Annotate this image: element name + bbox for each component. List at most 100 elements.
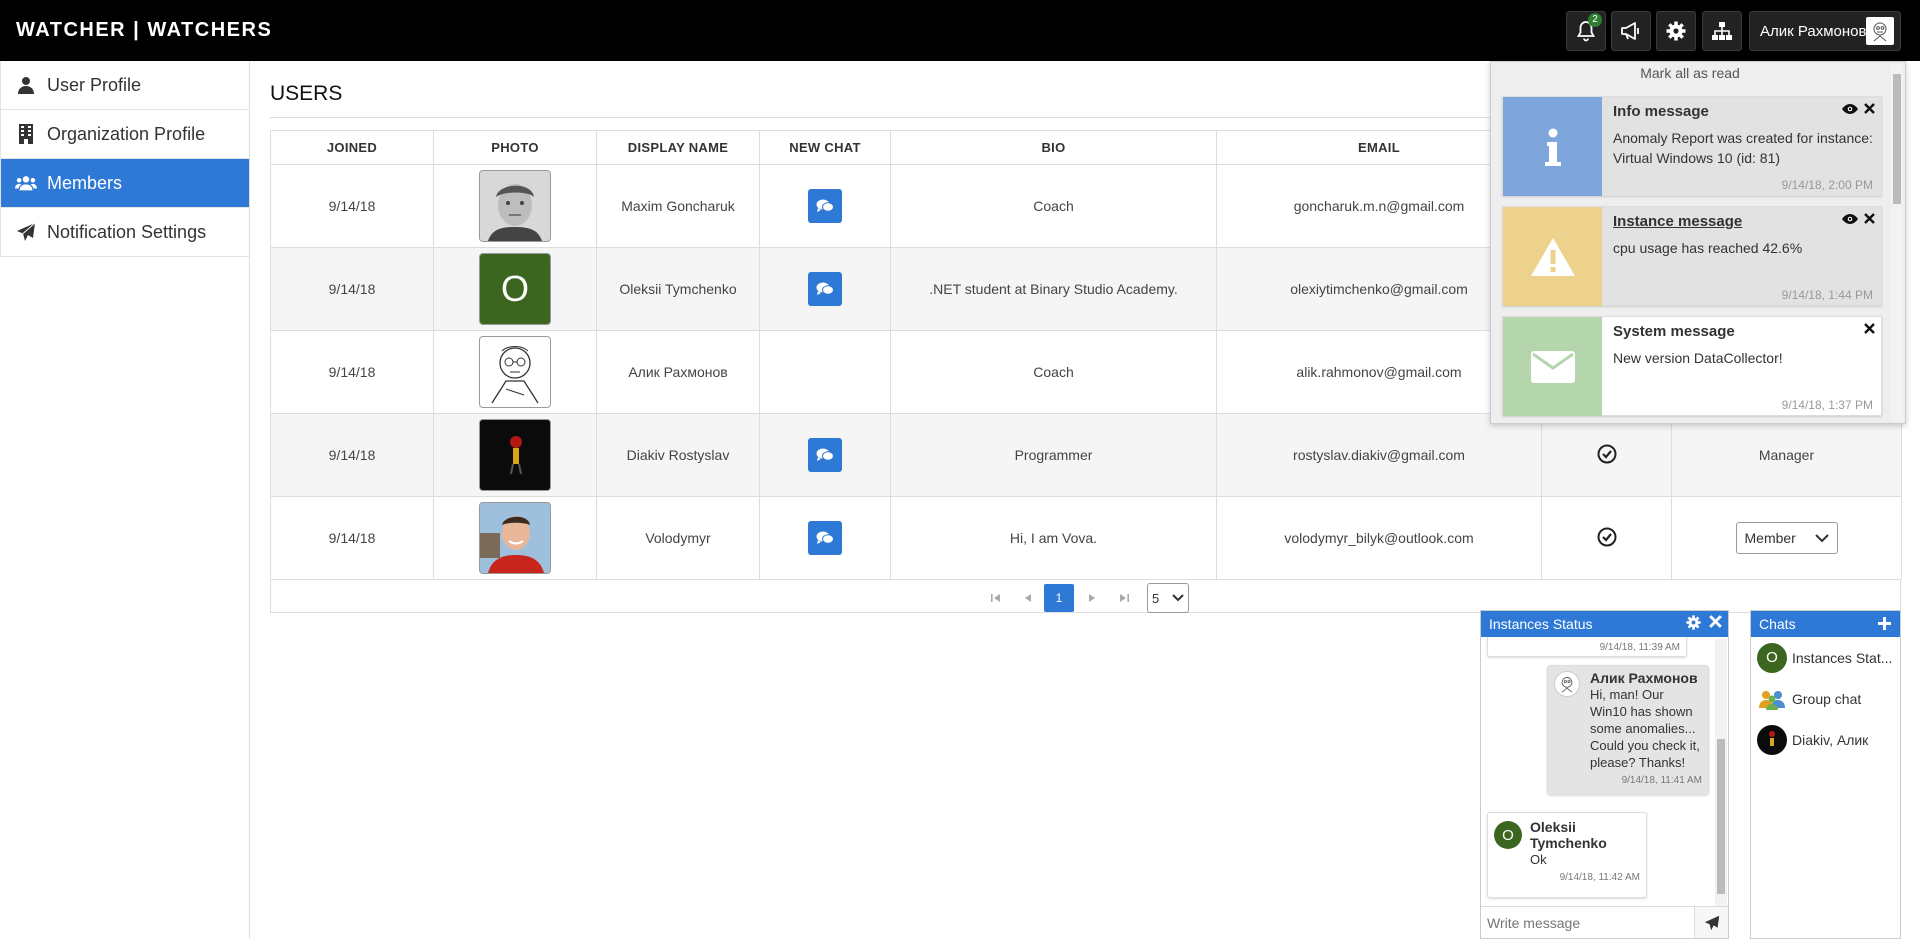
user-icon <box>15 74 37 96</box>
new-chat-button[interactable] <box>808 521 842 555</box>
page-size-value: 5 <box>1152 590 1160 606</box>
role-select[interactable]: Member <box>1735 522 1838 554</box>
announcements-button[interactable] <box>1611 11 1651 51</box>
notification-body: cpu usage has reached 42.6% <box>1613 240 1803 256</box>
role-select-value: Member <box>1744 530 1796 546</box>
message-input[interactable] <box>1481 914 1691 931</box>
eye-icon[interactable] <box>1842 101 1858 117</box>
user-menu-button[interactable]: Алик Рахмонов <box>1749 11 1901 51</box>
user-photo <box>479 336 551 408</box>
user-avatar <box>1866 17 1894 45</box>
notification-time: 9/14/18, 2:00 PM <box>1781 178 1873 192</box>
message-time: 9/14/18, 11:39 AM <box>1599 642 1680 653</box>
comments-icon <box>816 199 834 212</box>
notification-title[interactable]: Instance message <box>1613 213 1742 230</box>
envelope-icon <box>1503 317 1602 416</box>
building-icon <box>15 123 37 145</box>
hierarchy-button[interactable] <box>1702 11 1742 51</box>
page-button-current[interactable]: 1 <box>1044 584 1074 612</box>
notification-card[interactable]: System message New version DataCollector… <box>1502 316 1882 416</box>
eye-icon[interactable] <box>1842 211 1858 227</box>
chevron-down-icon <box>1172 594 1184 602</box>
notification-card[interactable]: Instance message cpu usage has reached 4… <box>1502 206 1882 306</box>
message-time: 9/14/18, 11:41 AM <box>1621 775 1702 786</box>
chat-list-item[interactable]: O Instances Stat... <box>1751 637 1900 678</box>
chats-header: Chats <box>1751 611 1900 637</box>
sidebar-item-user-profile[interactable]: User Profile <box>0 61 249 110</box>
megaphone-icon <box>1621 22 1639 40</box>
new-chat-button[interactable] <box>808 272 842 306</box>
top-navbar: WATCHER | WATCHERS 2 Алик Рахмонов <box>0 0 1920 61</box>
send-button[interactable] <box>1694 907 1728 938</box>
chats-title: Chats <box>1759 616 1796 632</box>
user-name: Алик Рахмонов <box>1760 22 1867 40</box>
joined-cell: 9/14/18 <box>270 496 434 580</box>
last-page-button[interactable] <box>1109 584 1139 612</box>
gear-icon[interactable] <box>1686 615 1701 633</box>
settings-button[interactable] <box>1656 11 1696 51</box>
bio-cell: Coach <box>890 330 1217 414</box>
message-composer <box>1481 906 1728 938</box>
scrollbar-thumb[interactable] <box>1893 74 1901 204</box>
sidebar-item-label: Organization Profile <box>47 123 206 144</box>
close-icon[interactable] <box>1864 211 1875 227</box>
message-bubble: Алик Рахмонов Hi, man! Our Win10 has sho… <box>1547 665 1709 795</box>
joined-cell: 9/14/18 <box>270 413 434 497</box>
message-text: Ok <box>1530 852 1547 867</box>
display-name-cell: Volodymyr <box>596 496 760 580</box>
sidebar-item-notification-settings[interactable]: Notification Settings <box>0 208 249 257</box>
add-chat-icon[interactable] <box>1877 616 1892 634</box>
sidebar-item-label: User Profile <box>47 74 142 95</box>
notifications-scrollbar[interactable] <box>1891 64 1903 421</box>
sidebar-item-label: Notification Settings <box>47 221 207 242</box>
bio-cell: .NET student at Binary Studio Academy. <box>890 247 1217 331</box>
first-page-button[interactable] <box>981 584 1011 612</box>
scrollbar-thumb[interactable] <box>1717 739 1725 894</box>
message-text: Hi, man! Our Win10 has shown some anomal… <box>1590 687 1700 770</box>
message-author: Алик Рахмонов <box>1590 670 1698 686</box>
notifications-button[interactable]: 2 <box>1566 11 1606 51</box>
sidebar-item-members[interactable]: Members <box>0 159 249 208</box>
chat-list-item[interactable]: Group chat <box>1751 678 1900 719</box>
display-name-cell: Maxim Goncharuk <box>596 164 760 248</box>
chat-scrollbar[interactable] <box>1715 639 1727 911</box>
column-header-photo: PHOTO <box>433 130 597 165</box>
notification-title: System message <box>1613 323 1735 340</box>
bio-cell: Coach <box>890 164 1217 248</box>
chat-title: Instances Status <box>1489 616 1593 632</box>
chat-list-label: Group chat <box>1792 690 1862 707</box>
email-cell: volodymyr_bilyk@outlook.com <box>1216 496 1542 580</box>
column-header-joined[interactable]: JOINED <box>270 130 434 165</box>
check-circle-icon <box>1597 444 1617 464</box>
new-chat-button[interactable] <box>808 189 842 223</box>
next-page-button[interactable] <box>1077 584 1107 612</box>
chevron-down-icon <box>1814 533 1829 542</box>
chevron-right-icon <box>1089 594 1095 602</box>
sitemap-icon <box>1712 22 1732 40</box>
role-cell: Manager <box>1671 413 1902 497</box>
message-bubble: O Oleksii Tymchenko Ok 9/14/18, 11:42 AM <box>1487 812 1647 898</box>
page-size-select[interactable]: 5 <box>1147 583 1189 613</box>
bio-cell: Programmer <box>890 413 1217 497</box>
page-title: USERS <box>270 82 343 105</box>
mark-all-read-link[interactable]: Mark all as read <box>1491 65 1889 81</box>
users-icon <box>15 172 37 194</box>
bio-cell: Hi, I am Vova. <box>890 496 1217 580</box>
sidebar-item-organization-profile[interactable]: Organization Profile <box>0 110 249 159</box>
column-header-new-chat: NEW CHAT <box>759 130 891 165</box>
avatar <box>1757 724 1787 755</box>
previous-page-button[interactable] <box>1013 584 1043 612</box>
close-icon[interactable] <box>1864 321 1875 337</box>
close-icon[interactable] <box>1864 101 1875 117</box>
close-icon[interactable] <box>1709 615 1722 633</box>
gear-icon <box>1666 21 1686 41</box>
column-header-display-name[interactable]: DISPLAY NAME <box>596 130 760 165</box>
email-cell: rostyslav.diakiv@gmail.com <box>1216 413 1542 497</box>
new-chat-button[interactable] <box>808 438 842 472</box>
joined-cell: 9/14/18 <box>270 330 434 414</box>
notification-card[interactable]: Info message Anomaly Report was created … <box>1502 96 1882 196</box>
chat-list-item[interactable]: Diakiv, Алик <box>1751 719 1900 760</box>
last-page-icon <box>1120 594 1129 602</box>
brand-title[interactable]: WATCHER | WATCHERS <box>16 19 272 42</box>
message-bubble: 9/14/18, 11:39 AM <box>1487 637 1687 657</box>
